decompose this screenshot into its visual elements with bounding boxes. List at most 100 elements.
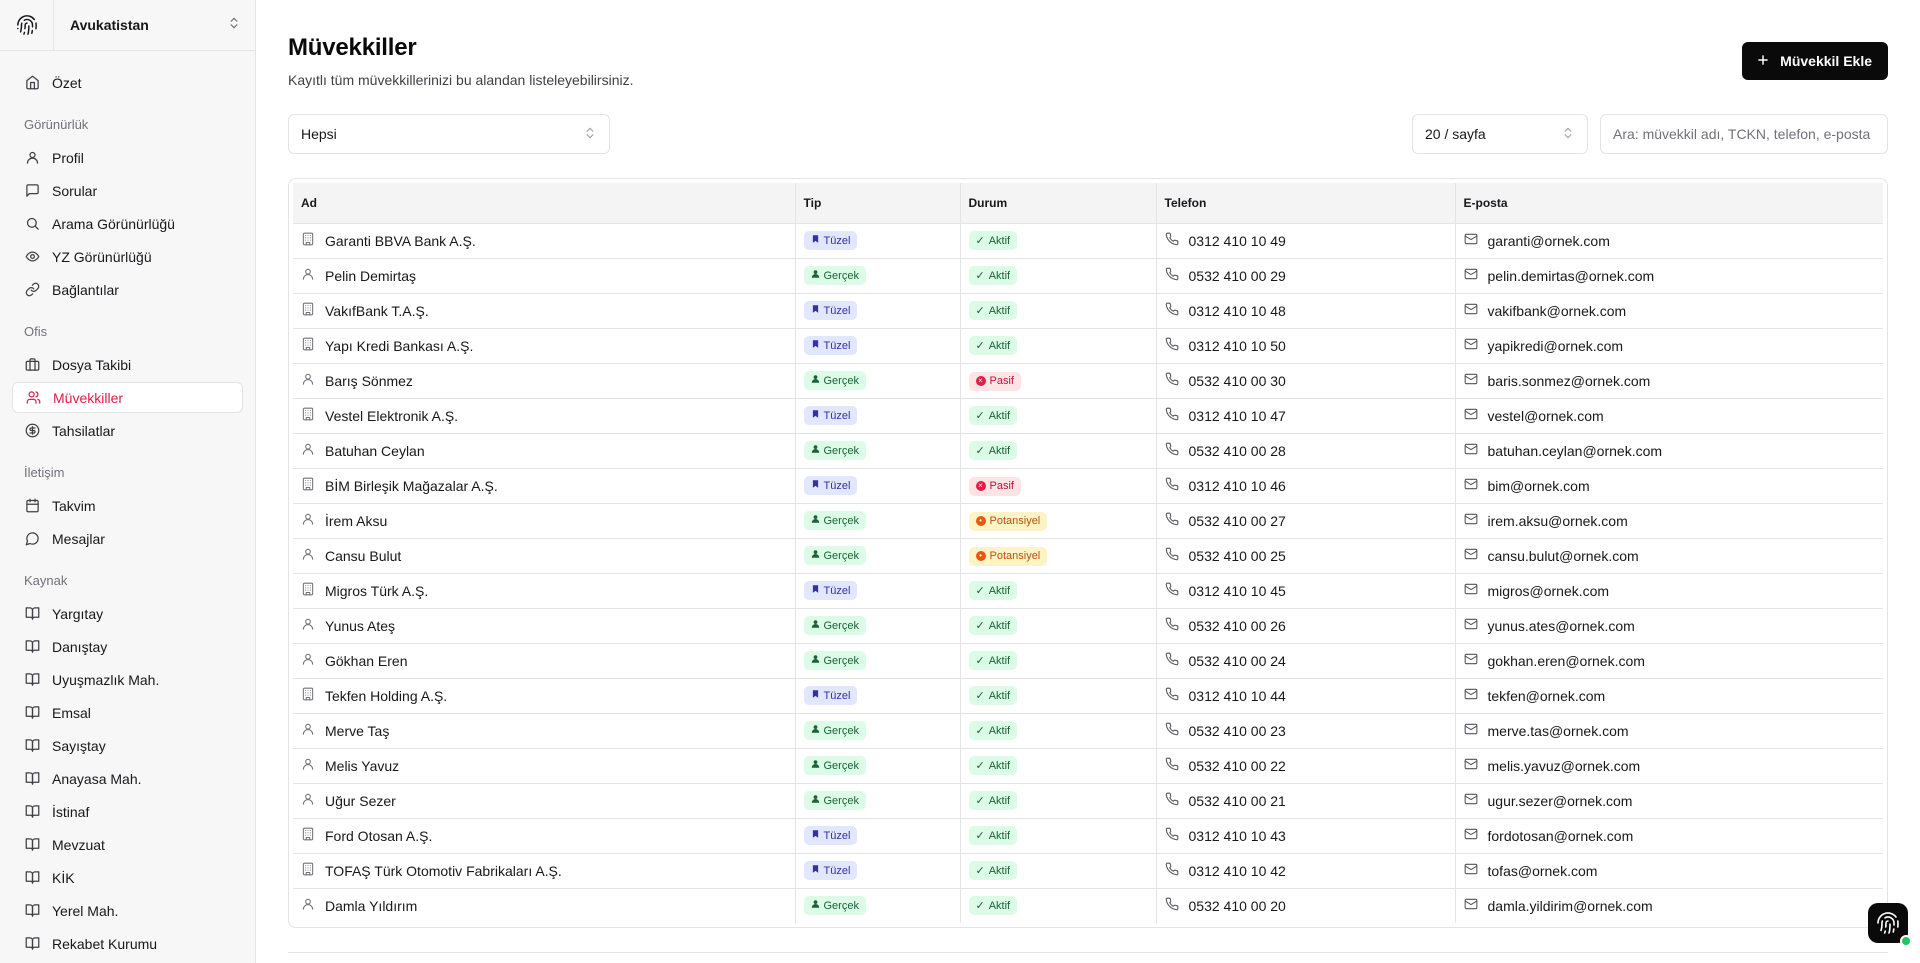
client-name[interactable]: BİM Birleşik Mağazalar A.Ş. <box>325 478 498 494</box>
email-address[interactable]: migros@ornek.com <box>1488 583 1610 599</box>
sidebar-item-anayasa-mah[interactable]: Anayasa Mah. <box>12 763 243 794</box>
sidebar-item-rekabet-kurumu[interactable]: Rekabet Kurumu <box>12 928 243 959</box>
assistant-fingerprint-button[interactable] <box>1868 903 1912 947</box>
phone-number[interactable]: 0532 410 00 30 <box>1189 373 1286 389</box>
sidebar-item-yz-gorunurlugu[interactable]: YZ Görünürlüğü <box>12 241 243 272</box>
table-row[interactable]: İrem Aksu Gerçek • Potansiyel 0532 410 00 27… <box>293 503 1883 539</box>
workspace-switcher[interactable]: Avukatistan <box>54 0 255 51</box>
search-input[interactable] <box>1600 114 1888 154</box>
phone-number[interactable]: 0312 410 10 44 <box>1189 688 1286 704</box>
email-address[interactable]: merve.tas@ornek.com <box>1488 723 1629 739</box>
sidebar-item-i-stinaf[interactable]: İstinaf <box>12 796 243 827</box>
table-row[interactable]: Yunus Ateş Gerçek ✓ Aktif 0532 410 00 26 yunu… <box>293 608 1883 644</box>
sidebar-item-danistay[interactable]: Danıştay <box>12 631 243 662</box>
client-name[interactable]: Merve Taş <box>325 723 389 739</box>
page-size-select[interactable]: 20 / sayfa <box>1412 114 1588 154</box>
phone-number[interactable]: 0532 410 00 20 <box>1189 898 1286 914</box>
sidebar-item-sayistay[interactable]: Sayıştay <box>12 730 243 761</box>
email-address[interactable]: bim@ornek.com <box>1488 478 1590 494</box>
email-address[interactable]: tofas@ornek.com <box>1488 863 1598 879</box>
table-row[interactable]: Garanti BBVA Bank A.Ş. Tüzel ✓ Aktif 0312 41… <box>293 223 1883 259</box>
phone-number[interactable]: 0312 410 10 48 <box>1189 303 1286 319</box>
client-name[interactable]: Garanti BBVA Bank A.Ş. <box>325 233 476 249</box>
phone-number[interactable]: 0532 410 00 24 <box>1189 653 1286 669</box>
email-address[interactable]: batuhan.ceylan@ornek.com <box>1488 443 1663 459</box>
table-row[interactable]: Yapı Kredi Bankası A.Ş. Tüzel ✓ Aktif 0312 4… <box>293 328 1883 364</box>
phone-number[interactable]: 0532 410 00 27 <box>1189 513 1286 529</box>
sidebar-item-profil[interactable]: Profil <box>12 142 243 173</box>
client-name[interactable]: Barış Sönmez <box>325 373 413 389</box>
client-name[interactable]: Migros Türk A.Ş. <box>325 583 428 599</box>
phone-number[interactable]: 0312 410 10 47 <box>1189 408 1286 424</box>
phone-number[interactable]: 0312 410 10 43 <box>1189 828 1286 844</box>
email-address[interactable]: vestel@ornek.com <box>1488 408 1604 424</box>
sidebar-item-uyusmazlik-mah[interactable]: Uyuşmazlık Mah. <box>12 664 243 695</box>
sidebar-item-sorular[interactable]: Sorular <box>12 175 243 206</box>
sidebar-item-dosya-takibi[interactable]: Dosya Takibi <box>12 349 243 380</box>
email-address[interactable]: garanti@ornek.com <box>1488 233 1610 249</box>
sidebar-item-muvekkiller[interactable]: Müvekkiller <box>12 382 243 413</box>
client-name[interactable]: Damla Yıldırım <box>325 898 417 914</box>
table-row[interactable]: Melis Yavuz Gerçek ✓ Aktif 0532 410 00 22 mel… <box>293 748 1883 784</box>
phone-number[interactable]: 0532 410 00 21 <box>1189 793 1286 809</box>
table-row[interactable]: Gökhan Eren Gerçek ✓ Aktif 0532 410 00 24 gok… <box>293 643 1883 679</box>
sidebar-item-yargitay[interactable]: Yargıtay <box>12 598 243 629</box>
sidebar-item-mevzuat[interactable]: Mevzuat <box>12 829 243 860</box>
phone-number[interactable]: 0312 410 10 49 <box>1189 233 1286 249</box>
client-name[interactable]: Vestel Elektronik A.Ş. <box>325 408 458 424</box>
email-address[interactable]: damla.yildirim@ornek.com <box>1488 898 1653 914</box>
client-name[interactable]: Yunus Ateş <box>325 618 395 634</box>
table-row[interactable]: TOFAŞ Türk Otomotiv Fabrikaları A.Ş. Tüze… <box>293 853 1883 889</box>
phone-number[interactable]: 0532 410 00 22 <box>1189 758 1286 774</box>
phone-number[interactable]: 0532 410 00 28 <box>1189 443 1286 459</box>
add-client-button[interactable]: Müvekkil Ekle <box>1742 42 1888 80</box>
client-name[interactable]: Pelin Demirtaş <box>325 268 416 284</box>
phone-number[interactable]: 0532 410 00 25 <box>1189 548 1286 564</box>
sidebar-item-mesajlar[interactable]: Mesajlar <box>12 523 243 554</box>
phone-number[interactable]: 0532 410 00 29 <box>1189 268 1286 284</box>
email-address[interactable]: melis.yavuz@ornek.com <box>1488 758 1641 774</box>
sidebar-item-ozet[interactable]: Özet <box>12 67 243 98</box>
email-address[interactable]: yapikredi@ornek.com <box>1488 338 1624 354</box>
sidebar-item-yerel-mah[interactable]: Yerel Mah. <box>12 895 243 926</box>
table-row[interactable]: Tekfen Holding A.Ş. Tüzel ✓ Aktif 0312 410 1… <box>293 678 1883 714</box>
client-name[interactable]: Tekfen Holding A.Ş. <box>325 688 447 704</box>
client-name[interactable]: Gökhan Eren <box>325 653 408 669</box>
phone-number[interactable]: 0312 410 10 46 <box>1189 478 1286 494</box>
column-header-name[interactable]: Ad <box>293 183 796 224</box>
phone-number[interactable]: 0312 410 10 45 <box>1189 583 1286 599</box>
sidebar-item-baglantilar[interactable]: Bağlantılar <box>12 274 243 305</box>
client-name[interactable]: VakıfBank T.A.Ş. <box>325 303 429 319</box>
client-name[interactable]: İrem Aksu <box>325 513 387 529</box>
email-address[interactable]: irem.aksu@ornek.com <box>1488 513 1628 529</box>
sidebar-item-arama-gorunurlugu[interactable]: Arama Görünürlüğü <box>12 208 243 239</box>
table-row[interactable]: Ford Otosan A.Ş. Tüzel ✓ Aktif 0312 410 10 4… <box>293 818 1883 854</box>
fingerprint-logo-icon[interactable] <box>0 0 54 51</box>
table-row[interactable]: Merve Taş Gerçek ✓ Aktif 0532 410 00 23 merve… <box>293 713 1883 749</box>
table-row[interactable]: Damla Yıldırım Gerçek ✓ Aktif 0532 410 00 20… <box>293 888 1883 923</box>
table-row[interactable]: Barış Sönmez Gerçek × Pasif 0532 410 00 30 ba… <box>293 363 1883 399</box>
email-address[interactable]: cansu.bulut@ornek.com <box>1488 548 1639 564</box>
sidebar-item-takvim[interactable]: Takvim <box>12 490 243 521</box>
sidebar-item-ki-k[interactable]: KİK <box>12 862 243 893</box>
column-header-status[interactable]: Durum <box>960 183 1157 224</box>
client-name[interactable]: Uğur Sezer <box>325 793 396 809</box>
client-type-select[interactable]: Hepsi <box>288 114 610 154</box>
client-name[interactable]: Batuhan Ceylan <box>325 443 425 459</box>
email-address[interactable]: yunus.ates@ornek.com <box>1488 618 1635 634</box>
phone-number[interactable]: 0532 410 00 23 <box>1189 723 1286 739</box>
sidebar-item-emsal[interactable]: Emsal <box>12 697 243 728</box>
phone-number[interactable]: 0312 410 10 50 <box>1189 338 1286 354</box>
phone-number[interactable]: 0312 410 10 42 <box>1189 863 1286 879</box>
email-address[interactable]: tekfen@ornek.com <box>1488 688 1606 704</box>
table-row[interactable]: Vestel Elektronik A.Ş. Tüzel ✓ Aktif 0312 41… <box>293 398 1883 434</box>
email-address[interactable]: baris.sonmez@ornek.com <box>1488 373 1651 389</box>
table-row[interactable]: VakıfBank T.A.Ş. Tüzel ✓ Aktif 0312 410 10 4… <box>293 293 1883 329</box>
email-address[interactable]: vakifbank@ornek.com <box>1488 303 1627 319</box>
phone-number[interactable]: 0532 410 00 26 <box>1189 618 1286 634</box>
table-row[interactable]: Batuhan Ceylan Gerçek ✓ Aktif 0532 410 00 28… <box>293 433 1883 469</box>
column-header-phone[interactable]: Telefon <box>1156 183 1456 224</box>
column-header-type[interactable]: Tip <box>795 183 961 224</box>
sidebar-item-tahsilatlar[interactable]: Tahsilatlar <box>12 415 243 446</box>
email-address[interactable]: ugur.sezer@ornek.com <box>1488 793 1633 809</box>
